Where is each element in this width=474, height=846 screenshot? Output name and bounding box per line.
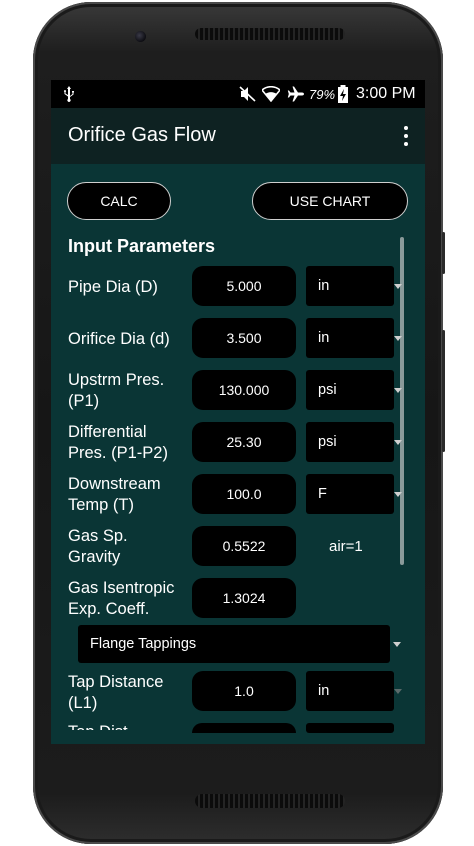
- orifice-dia-unit-select[interactable]: in: [306, 318, 394, 358]
- section-title: Input Parameters: [68, 236, 216, 256]
- pipe-dia-unit-select[interactable]: in: [306, 266, 394, 306]
- downstream-temp-unit-select[interactable]: F: [306, 474, 394, 514]
- front-camera: [135, 31, 146, 42]
- tap-distance-label-line1: Tap Distance: [68, 673, 164, 691]
- power-button: [442, 330, 445, 452]
- app-title: Orifice Gas Flow: [68, 124, 216, 146]
- upstream-pres-unit-select[interactable]: psi: [306, 370, 394, 410]
- differential-pres-unit-select[interactable]: psi: [306, 422, 394, 462]
- mute-icon: [239, 80, 256, 108]
- dropdown-caret-icon: [393, 642, 401, 647]
- gas-sp-gravity-label: Gas Sp. Gravity: [68, 526, 128, 568]
- airplane-icon: [287, 80, 305, 108]
- dropdown-caret-icon: [394, 284, 402, 289]
- differential-pres-label-line1: Differential: [68, 423, 147, 441]
- overflow-menu-icon[interactable]: [403, 126, 409, 146]
- screen: 79% 3:00 PM Orifice Gas Flow CALC USE CH…: [51, 80, 425, 744]
- gas-isentropic-label: Gas Isentropic Exp. Coeff.: [68, 578, 174, 620]
- tap-distance-label: Tap Distance (L1): [68, 672, 163, 714]
- gravity-reference-label: air=1: [329, 538, 363, 555]
- volume-button: [442, 232, 445, 274]
- bottom-speaker: [195, 794, 345, 808]
- downstream-temp-label-line2: Temp (T): [68, 496, 134, 514]
- tap-dist-2-input[interactable]: [192, 723, 296, 733]
- differential-pres-label-line2: Pres. (P1-P2): [68, 444, 168, 462]
- dropdown-caret-icon: [394, 388, 402, 393]
- calc-button[interactable]: CALC: [67, 182, 171, 220]
- dropdown-caret-icon: [394, 689, 402, 694]
- status-bar: 79% 3:00 PM: [51, 80, 425, 108]
- orifice-dia-input[interactable]: 3.500: [192, 318, 296, 358]
- differential-pres-input[interactable]: 25.30: [192, 422, 296, 462]
- tap-distance-label-line2: (L1): [68, 694, 98, 712]
- wifi-icon: [262, 80, 280, 108]
- upstream-pres-input[interactable]: 130.000: [192, 370, 296, 410]
- gas-isentropic-label-line2: Exp. Coeff.: [68, 600, 150, 618]
- dropdown-caret-icon: [394, 336, 402, 341]
- tap-dist-2-unit-select[interactable]: [306, 723, 394, 733]
- earpiece-speaker: [195, 28, 345, 40]
- downstream-temp-label-line1: Downstream: [68, 475, 161, 493]
- gas-sp-gravity-label-line2: Gravity: [68, 548, 121, 566]
- downstream-temp-input[interactable]: 100.0: [192, 474, 296, 514]
- pipe-dia-input[interactable]: 5.000: [192, 266, 296, 306]
- gas-sp-gravity-label-line1: Gas Sp.: [68, 527, 128, 545]
- tap-dist-2-label: Tap Dist: [68, 722, 128, 730]
- orifice-dia-label: Orifice Dia (d): [68, 330, 170, 348]
- upstream-pres-label-line2: (P1): [68, 392, 100, 410]
- dropdown-caret-icon: [394, 440, 402, 445]
- tap-distance-unit-select[interactable]: in: [306, 671, 394, 711]
- differential-pres-label: Differential Pres. (P1-P2): [68, 422, 168, 464]
- tap-distance-input[interactable]: 1.0: [192, 671, 296, 711]
- battery-charging-icon: [337, 80, 349, 108]
- upstream-pres-label: Upstrm Pres. (P1): [68, 370, 164, 412]
- usb-icon: [63, 80, 75, 108]
- app-bar: Orifice Gas Flow: [51, 108, 425, 164]
- tapping-type-select[interactable]: Flange Tappings: [78, 625, 390, 663]
- pipe-dia-label: Pipe Dia (D): [68, 278, 158, 296]
- gas-isentropic-input[interactable]: 1.3024: [192, 578, 296, 618]
- upstream-pres-label-line1: Upstrm Pres.: [68, 371, 165, 389]
- downstream-temp-label: Downstream Temp (T): [68, 474, 161, 516]
- dropdown-caret-icon: [394, 492, 402, 497]
- gas-sp-gravity-input[interactable]: 0.5522: [192, 526, 296, 566]
- clock: 3:00 PM: [356, 85, 416, 102]
- battery-percent: 79%: [309, 86, 336, 102]
- gas-isentropic-label-line1: Gas Isentropic: [68, 579, 175, 597]
- use-chart-button[interactable]: USE CHART: [252, 182, 408, 220]
